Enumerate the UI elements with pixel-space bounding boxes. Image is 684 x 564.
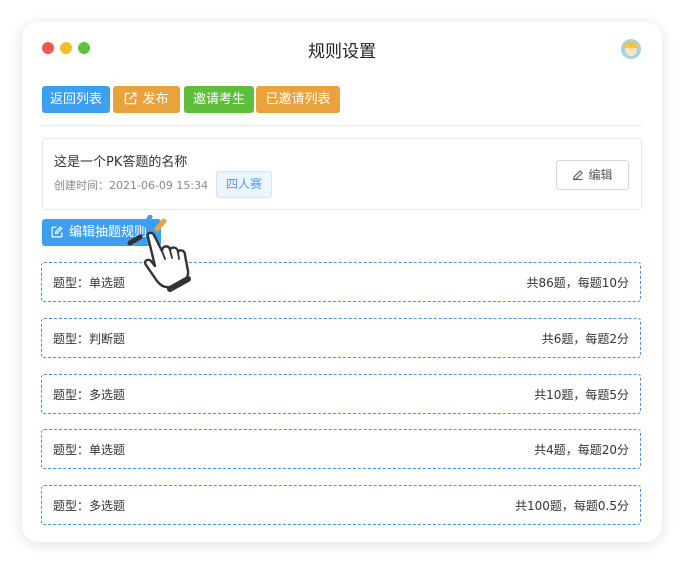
created-time: 创建时间：2021-06-09 15:34 xyxy=(54,179,209,192)
rule-row: 题型：多选题 共10题，每题5分 xyxy=(41,374,641,414)
window-title: 规则设置 xyxy=(308,42,376,62)
rule-type: 题型：多选题 xyxy=(53,388,126,402)
invite-examinees-label: 邀请考生 xyxy=(192,92,245,107)
publish-button[interactable]: 发布 xyxy=(113,86,180,113)
pointer-hand-icon xyxy=(127,215,191,292)
invite-examinees-button[interactable]: 邀请考生 xyxy=(184,86,254,113)
rule-row: 题型：单选题 共4题，每题20分 xyxy=(41,429,641,469)
rule-row: 题型：多选题 共100题，每题0.5分 xyxy=(41,485,641,525)
rule-row: 题型：判断题 共6题，每题2分 xyxy=(41,318,641,358)
divider xyxy=(42,125,642,126)
rule-type: 题型：单选题 xyxy=(53,443,126,457)
invited-list-button[interactable]: 已邀请列表 xyxy=(256,86,340,113)
pk-name: 这是一个PK答题的名称 xyxy=(54,155,188,170)
edit-label: 编辑 xyxy=(588,168,613,182)
edit-button[interactable]: 编辑 xyxy=(556,160,629,190)
rule-summary: 共4题，每题20分 xyxy=(534,443,629,457)
rule-type: 题型：判断题 xyxy=(53,332,126,346)
pk-info-card: 这是一个PK答题的名称 创建时间：2021-06-09 15:34 四人赛 编辑 xyxy=(42,138,642,210)
rule-summary: 共100题，每题0.5分 xyxy=(515,499,629,513)
edit-rules-icon xyxy=(51,226,63,238)
app-window: 规则设置 返回列表 发布 邀请考生 已邀请列表 这是一个PK答题的名称 创建时间… xyxy=(22,22,662,542)
rule-type: 题型：单选题 xyxy=(53,276,126,290)
back-to-list-label: 返回列表 xyxy=(49,92,102,107)
rule-summary: 共10题，每题5分 xyxy=(534,388,629,402)
rule-type: 题型：多选题 xyxy=(53,499,126,513)
publish-label: 发布 xyxy=(142,92,169,107)
rule-summary: 共86题，每题10分 xyxy=(526,276,629,290)
edit-icon xyxy=(573,170,584,181)
rule-summary: 共6题，每题2分 xyxy=(541,332,629,346)
back-to-list-button[interactable]: 返回列表 xyxy=(42,86,110,113)
mode-badge: 四人赛 xyxy=(216,171,273,198)
publish-icon xyxy=(125,92,137,105)
invited-list-label: 已邀请列表 xyxy=(265,92,331,107)
avatar[interactable] xyxy=(621,39,641,59)
